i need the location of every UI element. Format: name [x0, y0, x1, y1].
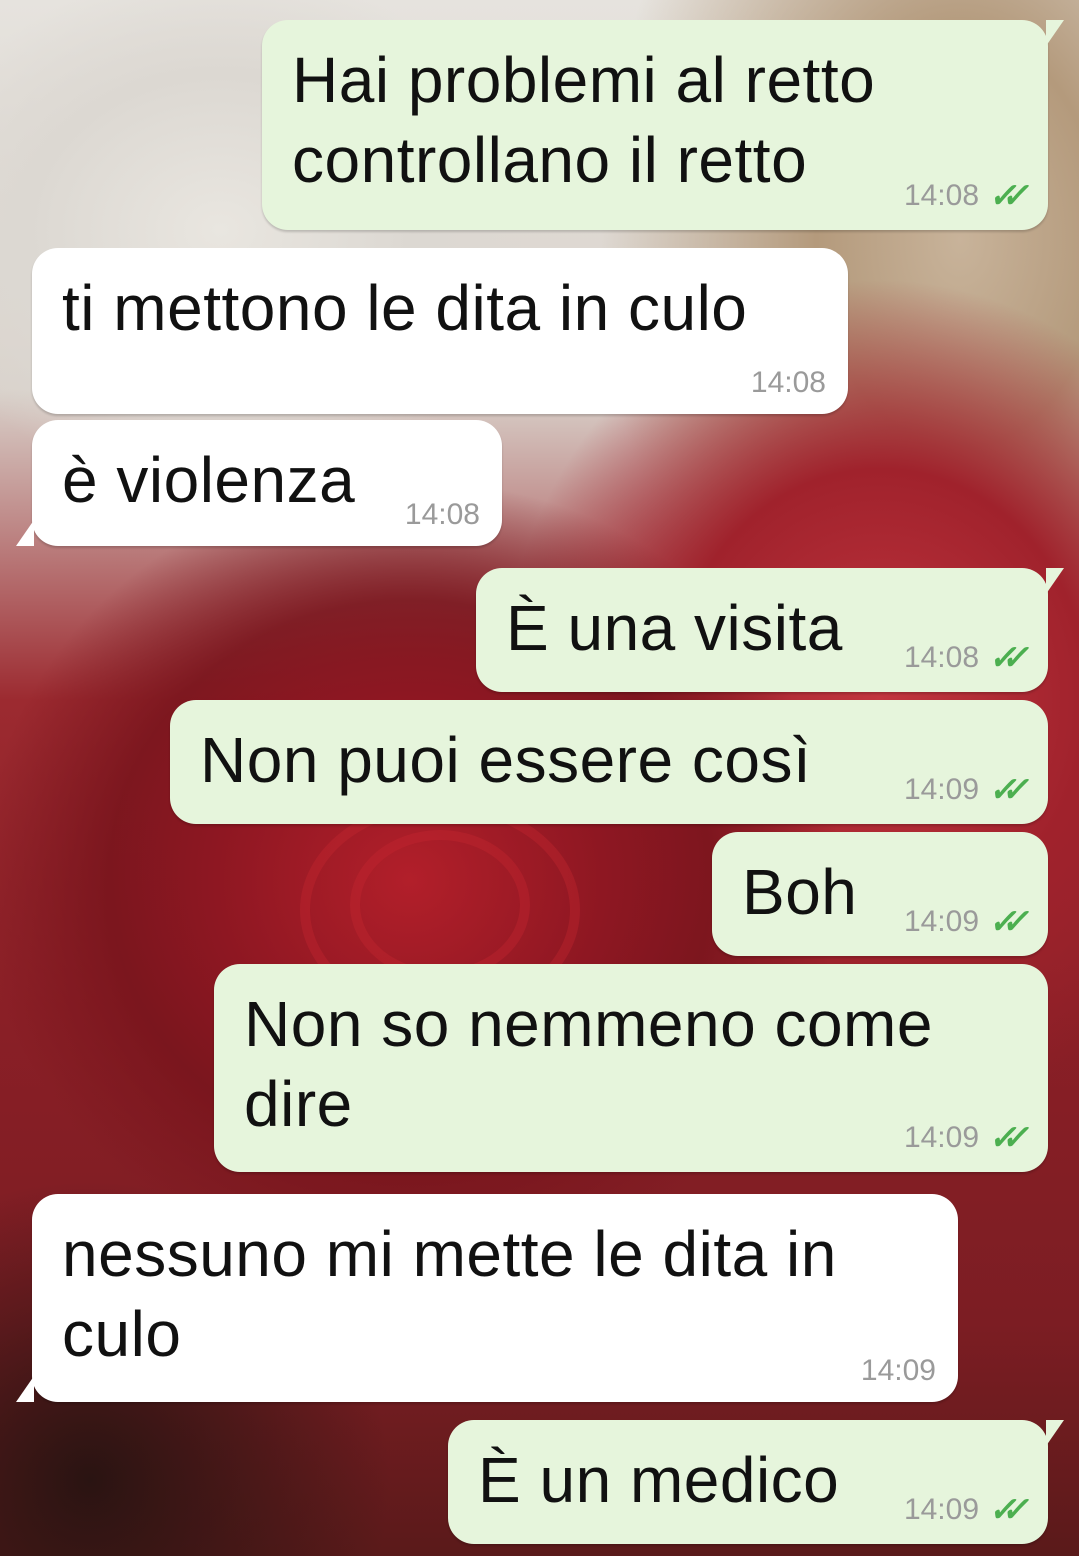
message-meta: 14:09 [861, 1354, 936, 1388]
message-bubble-outgoing[interactable]: È un medico 14:09 ✓✓ [448, 1420, 1064, 1544]
message-time: 14:09 [903, 905, 980, 938]
message-meta: 14:09 ✓✓ [904, 902, 1026, 942]
message-bubble-outgoing[interactable]: Boh 14:09 ✓✓ [712, 832, 1048, 956]
message-text: È una visita [506, 592, 843, 664]
message-bubble-incoming[interactable]: nessuno mi mette le dita in culo 14:09 [16, 1194, 958, 1402]
message-time: 14:08 [903, 641, 980, 674]
message-text: È un medico [478, 1444, 840, 1516]
message-meta: 14:08 ✓✓ [904, 176, 1026, 216]
message-text: Non so nemmeno come dire [244, 988, 933, 1140]
message-text: è violenza [62, 444, 356, 516]
double-check-icon: ✓✓ [986, 771, 1021, 809]
message-meta: 14:08 ✓✓ [904, 638, 1026, 678]
message-bubble-outgoing[interactable]: È una visita 14:08 ✓✓ [476, 568, 1064, 692]
message-bubble-incoming[interactable]: è violenza 14:08 [16, 420, 502, 546]
message-bubble-outgoing[interactable]: Non so nemmeno come dire 14:09 ✓✓ [214, 964, 1048, 1172]
message-meta: 14:08 [405, 498, 480, 532]
double-check-icon: ✓✓ [986, 177, 1021, 215]
message-text: Boh [742, 856, 858, 928]
double-check-icon: ✓✓ [986, 1119, 1021, 1157]
bubble-tail [1046, 568, 1064, 594]
bubble-tail [16, 520, 34, 546]
bubble-tail [1046, 20, 1064, 46]
message-text: Non puoi essere così [200, 724, 812, 796]
message-text: Hai problemi al retto controllano il ret… [292, 44, 876, 196]
message-time: 14:09 [903, 1121, 980, 1154]
message-time: 14:08 [750, 366, 826, 399]
message-meta: 14:08 [751, 366, 826, 400]
message-bubble-outgoing[interactable]: Non puoi essere così 14:09 ✓✓ [170, 700, 1048, 824]
bubble-tail [1046, 1420, 1064, 1446]
bubble-tail [16, 1376, 34, 1402]
message-time: 14:09 [903, 773, 980, 806]
message-bubble-incoming[interactable]: ti mettono le dita in culo 14:08 [32, 248, 848, 414]
double-check-icon: ✓✓ [986, 1491, 1021, 1529]
message-meta: 14:09 ✓✓ [904, 1490, 1026, 1530]
double-check-icon: ✓✓ [986, 903, 1021, 941]
message-text: nessuno mi mette le dita in culo [62, 1218, 837, 1370]
message-time: 14:09 [903, 1493, 980, 1526]
message-time: 14:09 [860, 1354, 936, 1387]
message-text: ti mettono le dita in culo [62, 272, 748, 344]
message-bubble-outgoing[interactable]: Hai problemi al retto controllano il ret… [262, 20, 1064, 230]
message-meta: 14:09 ✓✓ [904, 1118, 1026, 1158]
message-time: 14:08 [903, 179, 980, 212]
double-check-icon: ✓✓ [986, 639, 1021, 677]
message-meta: 14:09 ✓✓ [904, 770, 1026, 810]
message-time: 14:08 [404, 498, 480, 531]
wallpaper-rose-swirl [350, 830, 530, 980]
